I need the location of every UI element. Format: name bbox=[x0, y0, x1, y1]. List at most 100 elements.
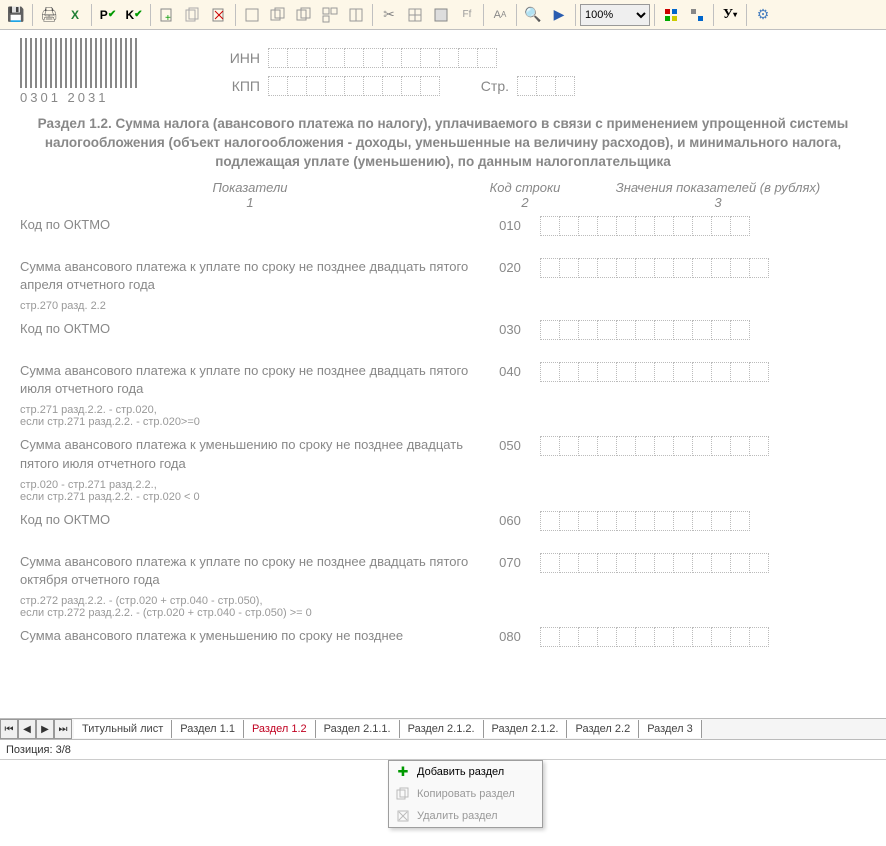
color-1-icon[interactable] bbox=[659, 3, 683, 27]
print-icon[interactable]: 🖨 bbox=[37, 3, 61, 27]
row-value-cells[interactable] bbox=[540, 320, 866, 340]
row-code: 070 bbox=[480, 553, 540, 570]
rows-container: Код по ОКТМО 010 Сумма авансового платежа … bbox=[20, 216, 866, 664]
tab[interactable]: Раздел 3 bbox=[639, 720, 702, 738]
position-label: Позиция: bbox=[6, 744, 53, 756]
tool-5-icon[interactable] bbox=[344, 3, 368, 27]
row-code: 040 bbox=[480, 362, 540, 379]
nav-next-icon[interactable]: ▶ bbox=[36, 719, 54, 739]
form-row: Сумма авансового платежа к уплате по сро… bbox=[20, 553, 866, 589]
excel-icon[interactable]: X bbox=[63, 3, 87, 27]
row-value-cells[interactable] bbox=[540, 436, 866, 456]
barcode-text: 0301 2031 bbox=[20, 90, 140, 105]
bold-y-icon[interactable]: У ▾ bbox=[718, 3, 742, 27]
save-icon[interactable]: 💾 bbox=[4, 3, 28, 27]
row-label: Сумма авансового платежа к уплате по сро… bbox=[20, 258, 480, 294]
copy-section-icon[interactable] bbox=[181, 3, 205, 27]
table-icon[interactable] bbox=[429, 3, 453, 27]
col3-num: 3 bbox=[570, 195, 866, 210]
row-label: Код по ОКТМО bbox=[20, 511, 480, 529]
separator bbox=[516, 4, 517, 26]
tool-4-icon[interactable] bbox=[318, 3, 342, 27]
nav-prev-icon[interactable]: ◀ bbox=[18, 719, 36, 739]
row-value-cells[interactable] bbox=[540, 511, 866, 531]
tab[interactable]: Раздел 1.1 bbox=[172, 720, 244, 738]
row-code: 010 bbox=[480, 216, 540, 233]
barcode-icon bbox=[20, 38, 140, 88]
delete-section-icon[interactable] bbox=[207, 3, 231, 27]
separator bbox=[575, 4, 576, 26]
tab[interactable]: Раздел 2.2 bbox=[567, 720, 639, 738]
tab[interactable]: Титульный лист bbox=[74, 720, 172, 738]
tab[interactable]: Раздел 2.1.1. bbox=[316, 720, 400, 738]
col2-header: Код строки bbox=[480, 180, 570, 195]
nav-first-icon[interactable]: ⏮ bbox=[0, 719, 18, 739]
row-note: стр.271 разд.2.2. - стр.020, если стр.27… bbox=[20, 404, 866, 428]
recalc-k-icon[interactable]: K✔ bbox=[122, 3, 146, 27]
separator bbox=[235, 4, 236, 26]
tab[interactable]: Раздел 2.1.2. bbox=[400, 720, 484, 738]
format-icon[interactable]: Ff bbox=[455, 3, 479, 27]
cm-delete-section: Удалить раздел bbox=[389, 805, 542, 827]
cm-copy-label: Копировать раздел bbox=[417, 788, 515, 800]
row-code: 080 bbox=[480, 627, 540, 644]
str-cells[interactable] bbox=[517, 76, 574, 96]
row-note: стр.270 разд. 2.2 bbox=[20, 300, 866, 312]
position-value: 3/8 bbox=[56, 744, 71, 756]
row-label: Сумма авансового платежа к уплате по сро… bbox=[20, 362, 480, 398]
column-headers: Показатели 1 Код строки 2 Значения показ… bbox=[20, 180, 866, 210]
row-value-cells[interactable] bbox=[540, 553, 866, 573]
form-row: Код по ОКТМО030 bbox=[20, 320, 866, 340]
copy-icon bbox=[395, 786, 411, 802]
delete-icon bbox=[395, 808, 411, 824]
separator bbox=[713, 4, 714, 26]
row-label: Код по ОКТМО bbox=[20, 320, 480, 338]
section-title: Раздел 1.2. Сумма налога (авансового пла… bbox=[20, 115, 866, 172]
row-note: стр.020 - стр.271 разд.2.2., если стр.27… bbox=[20, 479, 866, 503]
tool-2-icon[interactable] bbox=[266, 3, 290, 27]
separator bbox=[32, 4, 33, 26]
cm-add-label: Добавить раздел bbox=[417, 766, 504, 778]
row-value-cells[interactable] bbox=[540, 216, 866, 236]
cm-delete-label: Удалить раздел bbox=[417, 810, 498, 822]
col3-header: Значения показателей (в рублях) bbox=[570, 180, 866, 195]
col2-num: 2 bbox=[480, 195, 570, 210]
kpp-label: КПП bbox=[220, 78, 260, 94]
row-code: 030 bbox=[480, 320, 540, 337]
row-value-cells[interactable] bbox=[540, 362, 866, 382]
header-fields: ИНН КПП Стр. bbox=[220, 46, 574, 98]
row-value-cells[interactable] bbox=[540, 627, 866, 647]
page-content: 0301 2031 ИНН КПП Стр. bbox=[0, 30, 886, 671]
tabs-bar: ⏮ ◀ ▶ ⏭ Титульный листРаздел 1.1Раздел 1… bbox=[0, 718, 886, 740]
inn-cells[interactable] bbox=[268, 48, 496, 68]
grid-icon[interactable] bbox=[403, 3, 427, 27]
tab-nav-buttons: ⏮ ◀ ▶ ⏭ bbox=[0, 719, 72, 739]
str-label: Стр. bbox=[459, 78, 509, 94]
row-value-cells[interactable] bbox=[540, 258, 866, 278]
settings-icon[interactable]: ⚙ bbox=[751, 3, 775, 27]
recalc-p-icon[interactable]: P✔ bbox=[96, 3, 120, 27]
tab[interactable]: Раздел 2.1.2. bbox=[484, 720, 568, 738]
header-row: 0301 2031 ИНН КПП Стр. bbox=[20, 38, 866, 105]
tool-1-icon[interactable] bbox=[240, 3, 264, 27]
separator bbox=[746, 4, 747, 26]
kpp-cells[interactable] bbox=[268, 76, 439, 96]
color-2-icon[interactable] bbox=[685, 3, 709, 27]
separator bbox=[483, 4, 484, 26]
add-icon: ✚ bbox=[395, 764, 411, 780]
nav-last-icon[interactable]: ⏭ bbox=[54, 719, 72, 739]
search-icon[interactable]: 🔍 bbox=[521, 3, 545, 27]
separator bbox=[654, 4, 655, 26]
add-section-icon[interactable]: + bbox=[155, 3, 179, 27]
zoom-select[interactable]: 100% bbox=[580, 4, 650, 26]
form-row: Сумма авансового платежа к уменьшению по… bbox=[20, 436, 866, 472]
tool-3-icon[interactable] bbox=[292, 3, 316, 27]
row-note: стр.272 разд.2.2. - (стр.020 + стр.040 -… bbox=[20, 595, 866, 619]
next-icon[interactable]: ▶ bbox=[547, 3, 571, 27]
cm-add-section[interactable]: ✚ Добавить раздел bbox=[389, 761, 542, 783]
scissors-icon[interactable]: ✂ bbox=[377, 3, 401, 27]
status-bar: Позиция: 3/8 bbox=[0, 740, 886, 760]
tab[interactable]: Раздел 1.2 bbox=[244, 720, 316, 738]
separator bbox=[150, 4, 151, 26]
font-size-icon[interactable]: AA bbox=[488, 3, 512, 27]
